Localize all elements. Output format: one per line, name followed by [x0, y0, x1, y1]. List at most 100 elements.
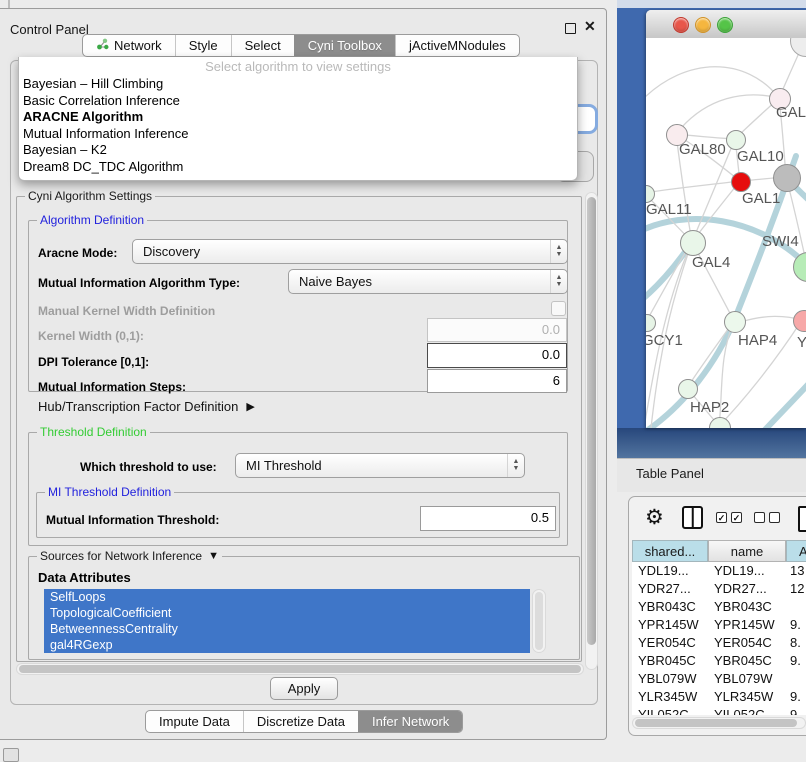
data-attributes-label: Data Attributes: [38, 570, 131, 585]
network-node[interactable]: [726, 130, 746, 150]
dpi-tolerance-label: DPI Tolerance [0,1]:: [38, 355, 149, 369]
control-panel-title: Control Panel: [10, 22, 89, 37]
algorithm-dropdown-popup: Select algorithm to view settings Bayesi…: [18, 57, 578, 181]
table-row[interactable]: YBR045C YBR045C 9.: [632, 652, 806, 670]
table-panel-title: Table Panel: [636, 466, 704, 481]
column-header-name[interactable]: name: [708, 540, 786, 562]
aracne-mode-select[interactable]: Discovery ▲▼: [132, 239, 568, 264]
list-item[interactable]: TopologicalCoefficient: [44, 605, 530, 621]
column-header-partial[interactable]: A: [786, 540, 806, 562]
stepper-icon: ▲▼: [550, 270, 567, 293]
checked-checkbox-icon[interactable]: ✓: [731, 512, 742, 523]
dropdown-item-selected[interactable]: ARACNE Algorithm: [19, 109, 577, 126]
close-window-button[interactable]: [673, 17, 689, 33]
scrollbar-thumb[interactable]: [587, 197, 596, 645]
apply-button[interactable]: Apply: [270, 677, 338, 700]
screen: Control Panel ✕ Network Style Select Cyn…: [0, 0, 806, 762]
node-label: GAL11: [646, 201, 692, 218]
attribute-list-scrollbar[interactable]: [532, 589, 546, 653]
tab-impute-data[interactable]: Impute Data: [146, 711, 243, 732]
dropdown-item[interactable]: Dream8 DC_TDC Algorithm: [19, 159, 577, 176]
node-label: HAP4: [738, 332, 777, 349]
node-label: HAP2: [690, 399, 729, 416]
table-row[interactable]: YPR145W YPR145W 9.: [632, 616, 806, 634]
network-node[interactable]: [680, 230, 706, 256]
kernel-width-label: Kernel Width (0,1):: [38, 329, 144, 343]
table-row[interactable]: YDR27... YDR27... 12: [632, 580, 806, 598]
float-window-icon[interactable]: [565, 23, 576, 34]
mi-steps-field[interactable]: 6: [427, 369, 567, 393]
tab-network-label: Network: [114, 35, 162, 56]
table-row[interactable]: YER054C YER054C 8.: [632, 634, 806, 652]
table-row[interactable]: YLR345W YLR345W 9.: [632, 688, 806, 706]
gear-icon[interactable]: ⚙: [645, 507, 664, 528]
dropdown-item[interactable]: Bayesian – K2: [19, 142, 577, 159]
network-node-selected-red[interactable]: [731, 172, 751, 192]
network-desktop-band: [617, 428, 806, 458]
collapsed-panel-icon[interactable]: [3, 748, 19, 762]
settings-horizontal-scrollbar[interactable]: [16, 663, 584, 675]
tab-discretize-data[interactable]: Discretize Data: [243, 711, 358, 732]
scrollbar-thumb[interactable]: [19, 665, 581, 673]
network-node-gray[interactable]: [773, 164, 801, 192]
sources-group-toggle[interactable]: Sources for Network Inference ▼: [37, 549, 222, 563]
table-row[interactable]: YIL052C YIL052C 9.: [632, 706, 806, 715]
tab-cyni-toolbox[interactable]: Cyni Toolbox: [294, 35, 395, 56]
desktop-strip: [617, 0, 806, 8]
aracne-mode-label: Aracne Mode:: [38, 246, 117, 260]
settings-group-title: Cyni Algorithm Settings: [25, 189, 155, 203]
dropdown-item[interactable]: Mutual Information Inference: [19, 126, 577, 143]
unchecked-checkbox-icon[interactable]: [769, 512, 780, 523]
data-attributes-list: SelfLoops TopologicalCoefficient Between…: [44, 589, 530, 653]
column-header-shared-name[interactable]: shared...: [632, 540, 708, 562]
mi-threshold-field[interactable]: 0.5: [420, 506, 556, 531]
mi-algorithm-type-select[interactable]: Naive Bayes ▲▼: [288, 269, 568, 294]
dpi-tolerance-field[interactable]: 0.0: [427, 343, 567, 368]
scrollbar-thumb[interactable]: [635, 719, 797, 727]
network-node[interactable]: [678, 379, 698, 399]
tab-network[interactable]: Network: [83, 35, 175, 56]
expand-down-icon: ▼: [208, 550, 219, 562]
mi-threshold-group-title: MI Threshold Definition: [45, 485, 174, 499]
table-horizontal-scrollbar[interactable]: [632, 717, 806, 729]
dropdown-item[interactable]: Bayesian – Hill Climbing: [19, 76, 577, 93]
table-row[interactable]: YBR043C YBR043C: [632, 598, 806, 616]
node-label: GAL10: [737, 148, 784, 165]
network-canvas[interactable]: GAL GAL80 GAL10 GAL1 GAL11 GAL4 SWI4 GCY…: [646, 38, 806, 428]
table-row[interactable]: YDL19... YDL19... 13: [632, 562, 806, 580]
which-threshold-label: Which threshold to use:: [80, 460, 217, 474]
mi-type-label: Mutual Information Algorithm Type:: [38, 276, 240, 290]
settings-vertical-scrollbar[interactable]: [585, 192, 598, 670]
tab-style[interactable]: Style: [175, 35, 231, 56]
list-item[interactable]: SelfLoops: [44, 589, 530, 605]
column-layout-icon[interactable]: [682, 506, 703, 529]
network-window-titlebar[interactable]: [646, 10, 806, 39]
close-icon[interactable]: ✕: [584, 18, 596, 35]
manual-kernel-checkbox[interactable]: [551, 301, 566, 316]
dropdown-placeholder: Select algorithm to view settings: [19, 58, 577, 76]
node-label: Y: [797, 334, 806, 351]
scrollbar-thumb[interactable]: [535, 592, 543, 650]
network-node[interactable]: [724, 311, 746, 333]
mi-threshold-label: Mutual Information Threshold:: [46, 513, 219, 527]
unchecked-checkbox-icon[interactable]: [754, 512, 765, 523]
tab-select[interactable]: Select: [231, 35, 294, 56]
minimize-window-button[interactable]: [695, 17, 711, 33]
node-label: GCY1: [646, 332, 683, 349]
dropdown-item[interactable]: Basic Correlation Inference: [19, 93, 577, 110]
bottom-tabbar: Impute Data Discretize Data Infer Networ…: [145, 710, 463, 733]
zoom-window-button[interactable]: [717, 17, 733, 33]
list-item[interactable]: gal4RGexp: [44, 637, 530, 653]
kernel-width-field[interactable]: 0.0: [427, 318, 567, 342]
list-item[interactable]: BetweennessCentrality: [44, 621, 530, 637]
which-threshold-select[interactable]: MI Threshold ▲▼: [235, 453, 525, 478]
new-table-icon[interactable]: [798, 506, 806, 532]
table-row[interactable]: YBL079W YBL079W: [632, 670, 806, 688]
collapse-right-icon: ▶: [246, 400, 254, 413]
network-view-window[interactable]: GAL GAL80 GAL10 GAL1 GAL11 GAL4 SWI4 GCY…: [646, 10, 806, 428]
node-label: GAL80: [679, 141, 726, 158]
tab-jactivemnodules[interactable]: jActiveMNodules: [395, 35, 519, 56]
checked-checkbox-icon[interactable]: ✓: [716, 512, 727, 523]
hub-definition-toggle[interactable]: Hub/Transcription Factor Definition ▶: [38, 399, 255, 414]
tab-infer-network[interactable]: Infer Network: [358, 711, 462, 732]
